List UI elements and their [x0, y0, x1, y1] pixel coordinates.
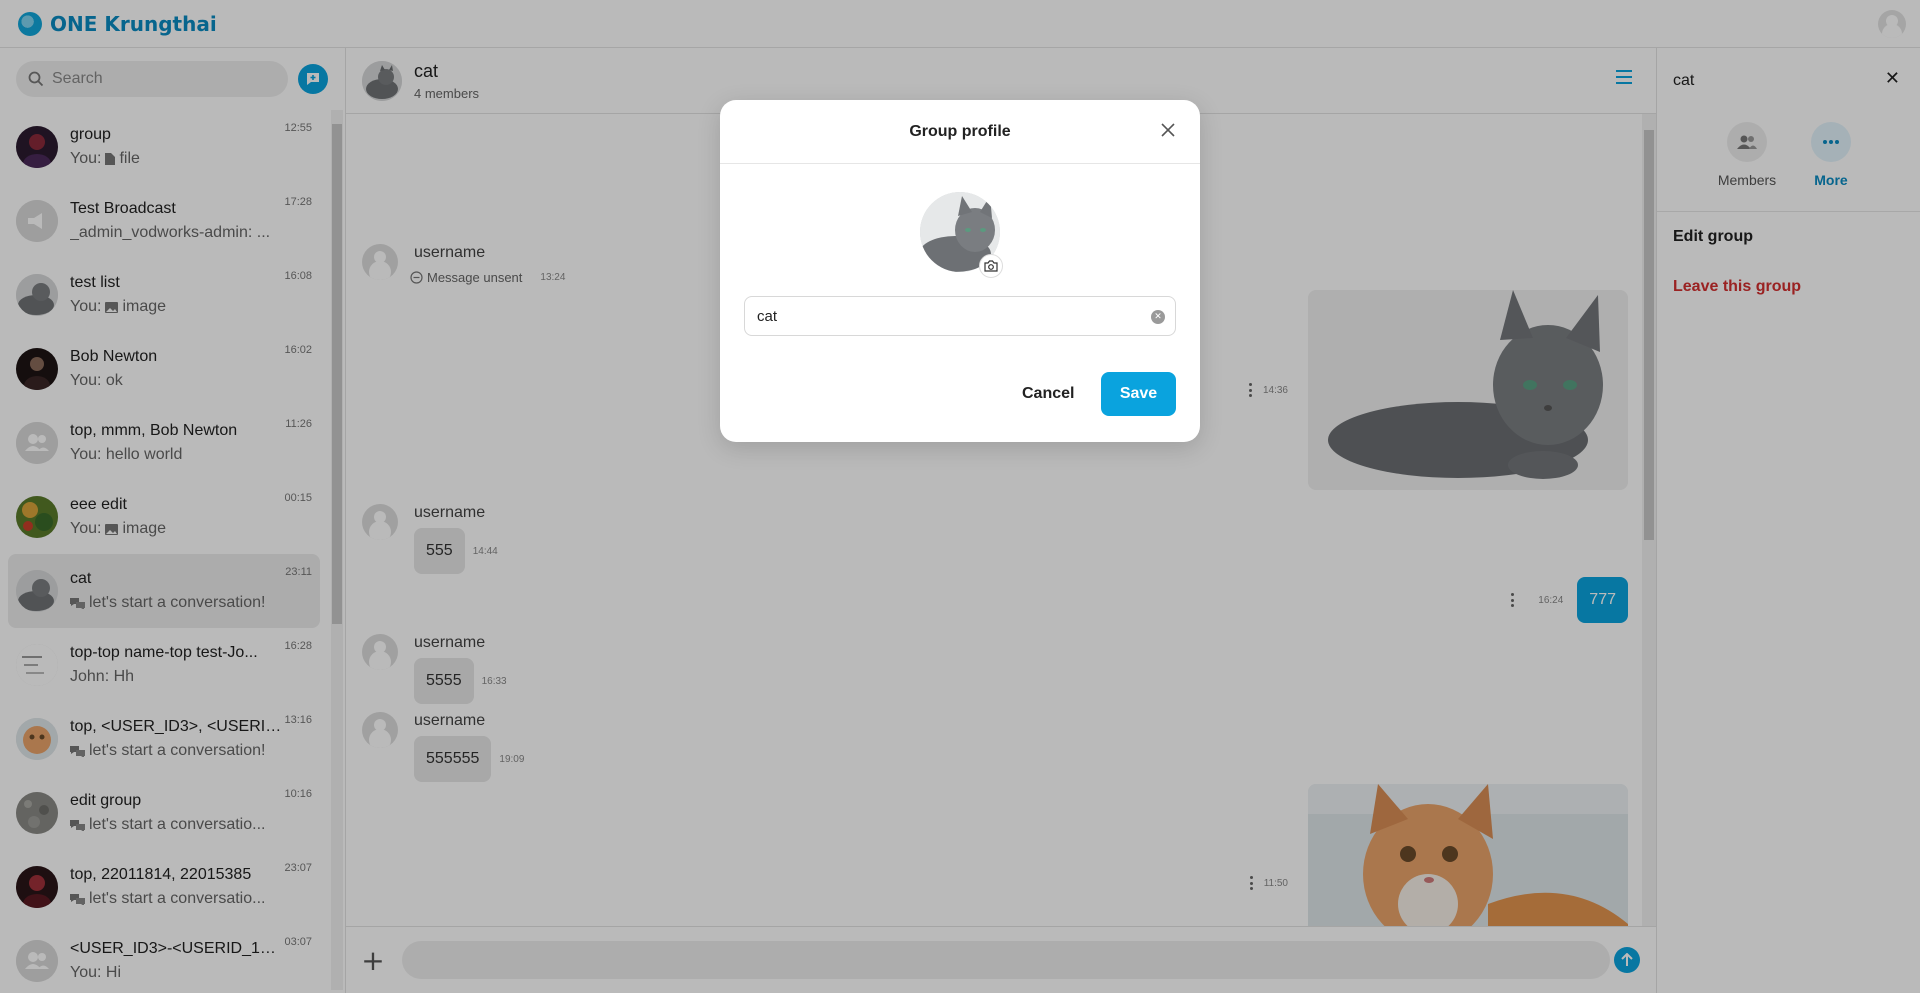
cancel-button[interactable]: Cancel — [1022, 372, 1074, 416]
group-name-field[interactable]: ✕ — [744, 296, 1176, 336]
dialog-header: Group profile — [720, 100, 1200, 164]
save-button[interactable]: Save — [1101, 372, 1176, 416]
group-profile-dialog: Group profile ✕ Cancel Save — [720, 100, 1200, 442]
close-icon[interactable] — [1160, 122, 1176, 138]
dialog-title: Group profile — [909, 122, 1011, 140]
clear-input-icon[interactable]: ✕ — [1151, 310, 1165, 324]
camera-icon — [984, 260, 998, 272]
group-name-input[interactable] — [757, 307, 1137, 325]
change-photo-button[interactable] — [979, 254, 1003, 278]
